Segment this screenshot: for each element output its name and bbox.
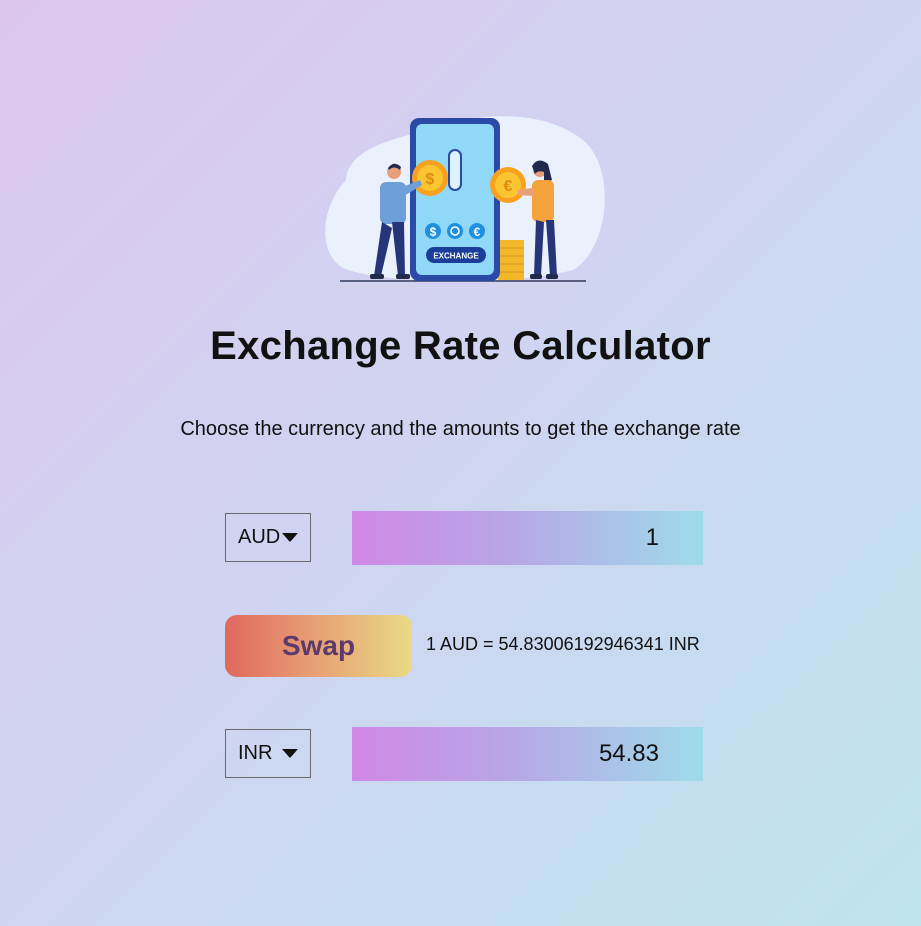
swap-button-label: Swap	[281, 630, 356, 661]
swap-button[interactable]: Swap	[225, 615, 412, 677]
to-amount-input[interactable]: 54.83	[352, 727, 703, 781]
coin-euro-symbol: €	[504, 178, 513, 195]
phone-exchange-label: EXCHANGE	[433, 252, 479, 261]
to-currency-select[interactable]: INR	[225, 729, 311, 778]
caret-down-icon	[282, 533, 299, 542]
from-currency-value: AUD	[238, 526, 281, 548]
svg-text:€: €	[474, 225, 481, 239]
from-amount-value: 1	[645, 524, 659, 551]
caret-down-icon	[282, 749, 299, 758]
from-amount-input[interactable]: 1	[352, 511, 703, 565]
to-amount-value: 54.83	[598, 740, 659, 767]
page-title: Exchange Rate Calculator	[210, 324, 711, 368]
svg-text:$: $	[430, 225, 437, 239]
exchange-rate-text: 1 AUD = 54.83006192946341 INR	[426, 634, 700, 654]
exchange-illustration: $ € EXCHANGE $ €	[325, 116, 605, 282]
coin-dollar-symbol: $	[426, 171, 435, 188]
to-currency-value: INR	[238, 742, 273, 764]
from-currency-select[interactable]: AUD	[225, 513, 311, 562]
page-subtitle: Choose the currency and the amounts to g…	[180, 418, 741, 440]
